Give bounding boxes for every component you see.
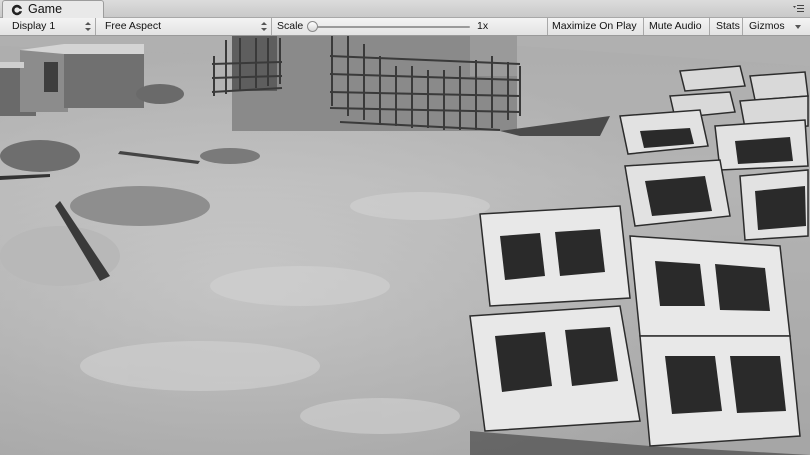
divider — [709, 18, 710, 35]
display-dropdown-label: Display 1 — [12, 20, 56, 32]
divider — [643, 18, 644, 35]
divider — [547, 18, 548, 35]
divider — [271, 18, 272, 35]
game-window: Game Display 1 Free Aspect Scale 1x Maxi… — [0, 0, 810, 455]
window-menu-icon[interactable] — [792, 4, 804, 14]
gizmos-dropdown[interactable]: Gizmos — [743, 18, 810, 35]
display-dropdown[interactable]: Display 1 — [0, 18, 95, 35]
aspect-dropdown-label: Free Aspect — [105, 20, 162, 32]
gizmos-label: Gizmos — [749, 20, 785, 32]
tab-bar: Game — [0, 0, 810, 18]
scale-slider-thumb[interactable] — [307, 21, 318, 32]
game-scene — [0, 36, 810, 455]
chevron-down-icon — [795, 25, 801, 29]
scale-label: Scale — [277, 20, 304, 32]
dropdown-arrows-icon — [261, 22, 267, 31]
tab-title: Game — [28, 2, 63, 16]
aspect-dropdown[interactable]: Free Aspect — [96, 18, 271, 35]
tab-game[interactable]: Game — [2, 0, 104, 18]
mute-audio-toggle[interactable]: Mute Audio — [649, 18, 702, 35]
scale-value: 1x — [477, 20, 489, 32]
left-buildings — [0, 44, 144, 116]
game-viewport[interactable] — [0, 36, 810, 455]
stats-toggle[interactable]: Stats — [716, 18, 740, 35]
scale-slider-track[interactable] — [314, 26, 470, 28]
dropdown-arrows-icon — [85, 22, 91, 31]
maximize-on-play-toggle[interactable]: Maximize On Play — [552, 18, 637, 35]
game-toolbar: Display 1 Free Aspect Scale 1x Maximize … — [0, 18, 810, 36]
unity-logo-icon — [11, 4, 23, 16]
